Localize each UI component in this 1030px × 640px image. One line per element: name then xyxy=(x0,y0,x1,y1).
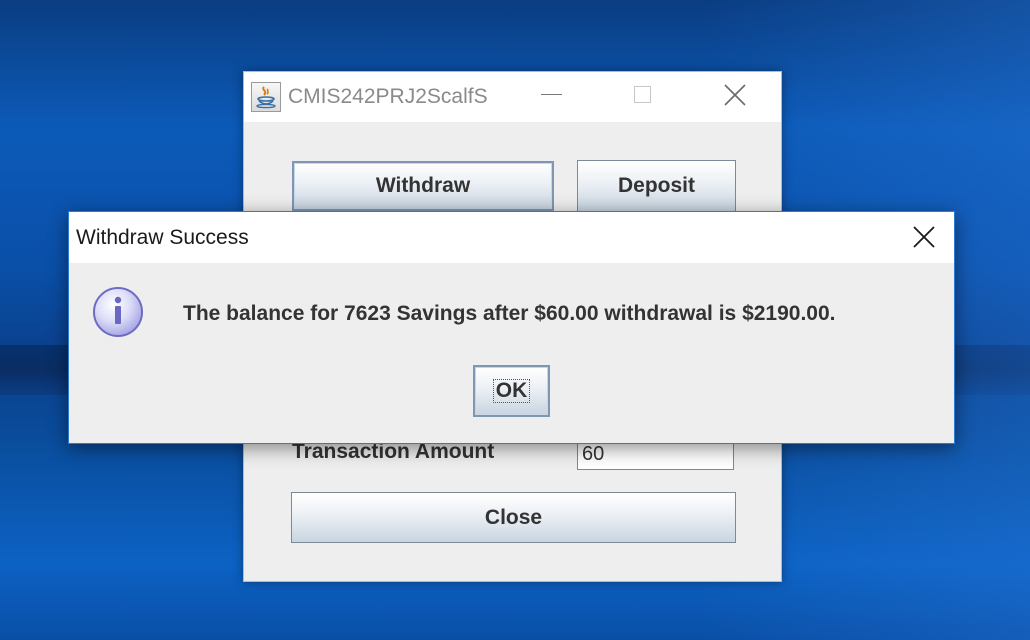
dialog-titlebar[interactable]: Withdraw Success xyxy=(69,212,954,263)
ok-button-label: OK xyxy=(492,379,531,403)
ok-button[interactable]: OK xyxy=(473,365,550,417)
dialog-message: The balance for 7623 Savings after $60.0… xyxy=(183,302,836,325)
deposit-button[interactable]: Deposit xyxy=(577,160,736,212)
maximize-button[interactable] xyxy=(620,72,666,122)
withdraw-success-dialog: Withdraw Success The balance for 7623 Sa… xyxy=(68,211,955,444)
minimize-button[interactable] xyxy=(529,72,575,122)
close-icon xyxy=(724,84,746,106)
java-app-icon xyxy=(251,82,281,112)
window-close-button[interactable] xyxy=(712,72,758,122)
dialog-close-button[interactable] xyxy=(896,212,954,263)
main-window-title: CMIS242PRJ2ScalfS xyxy=(288,85,488,108)
withdraw-button[interactable]: Withdraw xyxy=(292,161,554,211)
dialog-title: Withdraw Success xyxy=(76,226,249,249)
close-icon xyxy=(913,226,935,248)
close-button[interactable]: Close xyxy=(291,492,736,543)
info-icon xyxy=(91,285,145,339)
main-titlebar[interactable]: CMIS242PRJ2ScalfS xyxy=(244,72,781,122)
